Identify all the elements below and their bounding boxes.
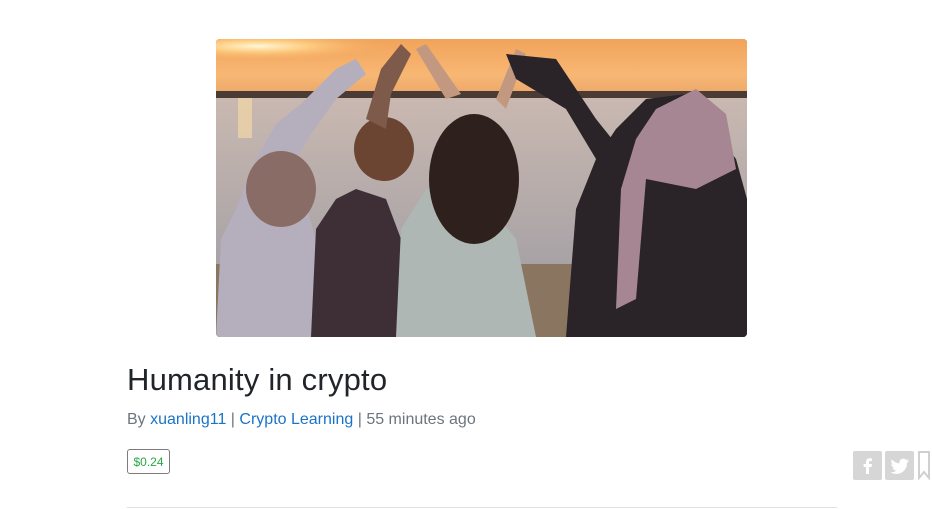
post-hero-image[interactable] xyxy=(216,39,747,337)
share-buttons xyxy=(853,451,931,480)
payout-badge[interactable]: $0.24 xyxy=(127,449,170,474)
content-divider xyxy=(127,507,837,508)
post-time: 55 minutes ago xyxy=(366,411,476,428)
by-label: By xyxy=(127,411,146,428)
bookmark-icon[interactable] xyxy=(917,451,931,480)
facebook-icon[interactable] xyxy=(853,451,882,480)
post-title[interactable]: Humanity in crypto xyxy=(127,362,387,398)
meta-separator: | xyxy=(357,411,362,428)
post-page: Humanity in crypto By xuanling11 | Crypt… xyxy=(0,0,932,509)
community-link[interactable]: Crypto Learning xyxy=(239,411,353,428)
twitter-icon[interactable] xyxy=(885,451,914,480)
author-link[interactable]: xuanling11 xyxy=(150,411,226,428)
post-meta: By xuanling11 | Crypto Learning | 55 min… xyxy=(127,411,476,429)
sunset-friends-photo xyxy=(216,39,747,337)
meta-separator: | xyxy=(230,411,235,428)
